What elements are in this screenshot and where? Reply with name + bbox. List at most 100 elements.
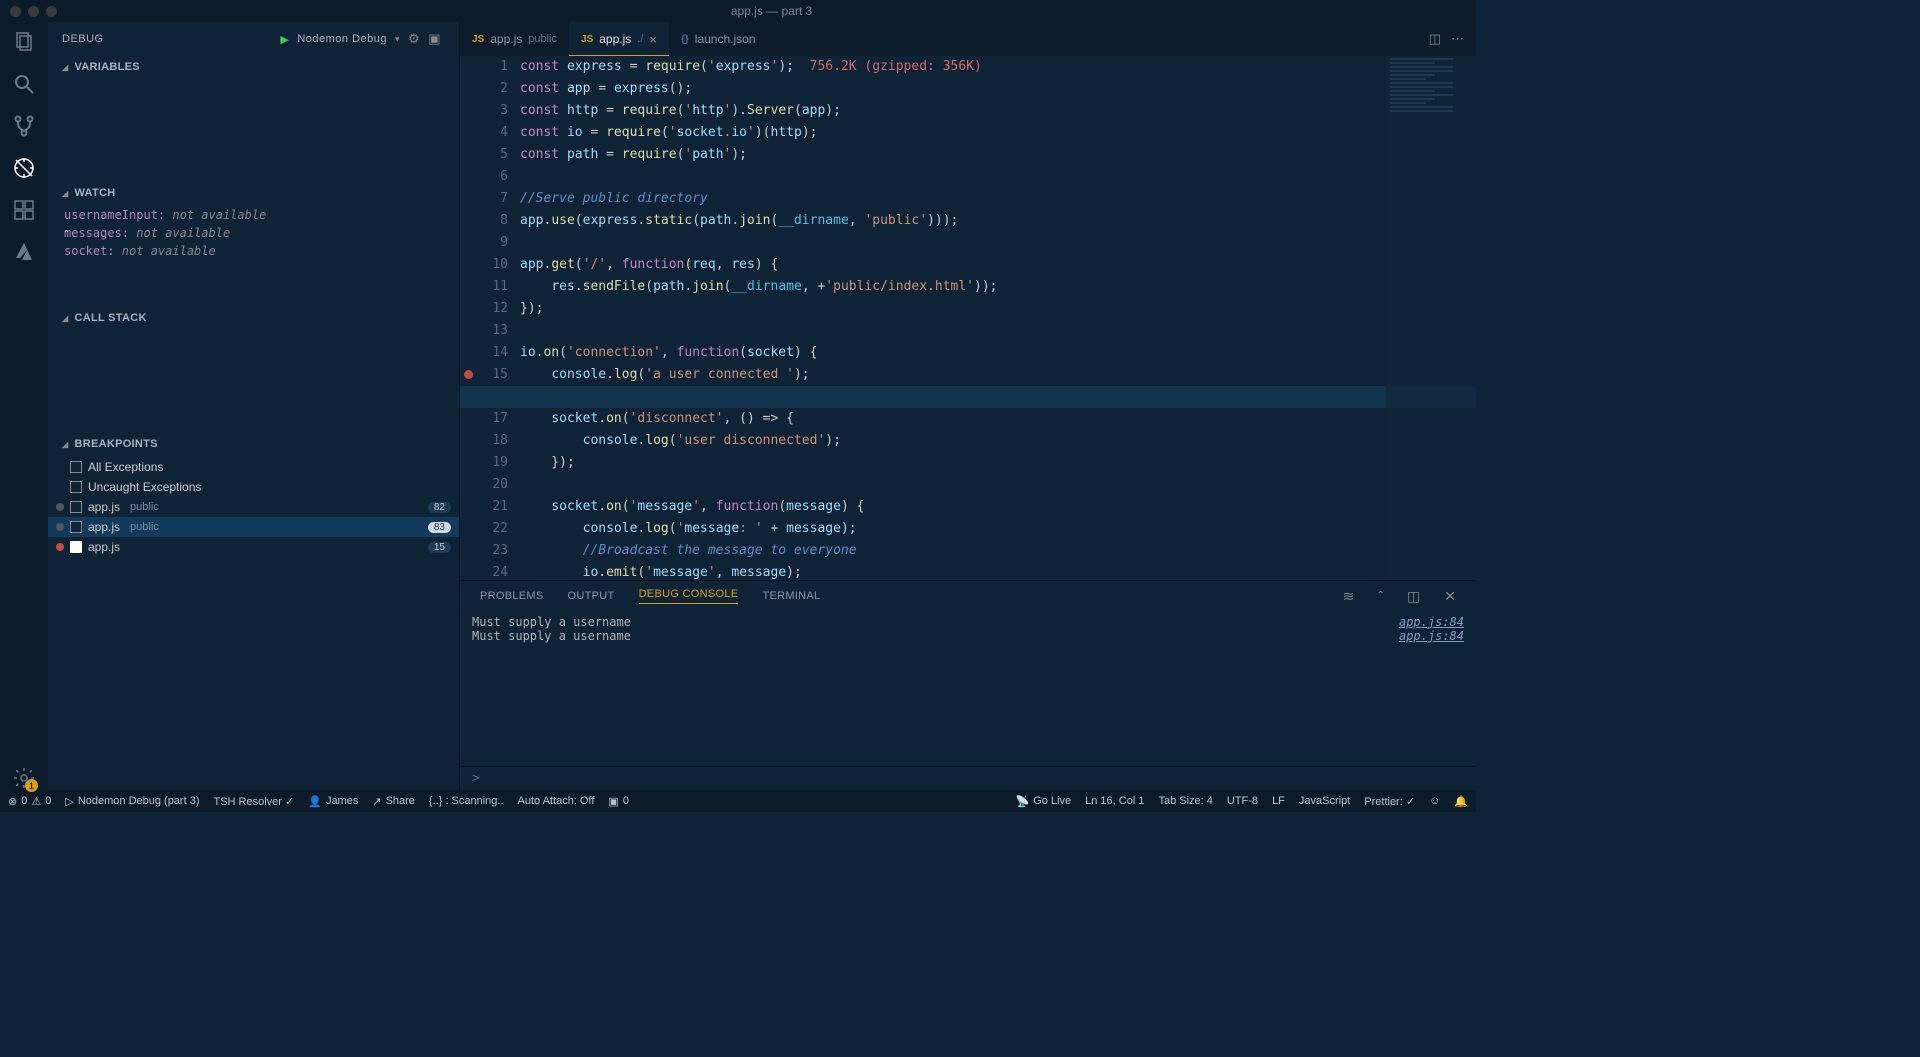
console-source-link[interactable]: app.js:84 <box>1399 629 1464 643</box>
minimize-window-icon[interactable] <box>28 6 39 17</box>
breakpoint-row[interactable]: app.js 15 <box>48 537 459 557</box>
js-file-icon: JS <box>472 34 484 45</box>
debug-icon[interactable] <box>12 156 36 180</box>
tab-label: app.js <box>490 32 522 46</box>
watch-item[interactable]: messages: not available <box>48 224 459 242</box>
breakpoint-dot-icon <box>56 503 64 511</box>
explorer-icon[interactable] <box>12 30 36 54</box>
watch-section: WATCH usernameInput: not availablemessag… <box>48 182 459 307</box>
status-prettier[interactable]: Prettier: ✓ <box>1364 795 1415 808</box>
console-message: Must supply a username <box>472 629 1399 643</box>
tab-problems[interactable]: PROBLEMS <box>480 590 544 602</box>
breakpoint-checkbox[interactable] <box>70 541 82 553</box>
activity-bar: 1 <box>0 22 48 790</box>
status-golive[interactable]: 📡Go Live <box>1016 795 1072 808</box>
status-port[interactable]: ▣0 <box>608 795 629 808</box>
start-debug-icon[interactable]: ▶ <box>280 33 289 46</box>
collapse-icon[interactable]: ˆ <box>1378 588 1383 604</box>
code-area[interactable]: const express = require('express'); 756.… <box>520 56 1476 580</box>
status-auto-attach[interactable]: Auto Attach: Off <box>518 795 595 807</box>
extensions-icon[interactable] <box>12 198 36 222</box>
debug-config[interactable]: ▶ Nodemon Debug ▾ ⚙ ▣ <box>276 31 445 47</box>
clear-console-icon[interactable]: ≋ <box>1343 588 1355 605</box>
status-errors[interactable]: ⊗0 ⚠0 <box>8 795 51 808</box>
callstack-header[interactable]: CALL STACK <box>48 307 459 329</box>
settings-icon[interactable]: 1 <box>12 766 36 790</box>
all-exceptions-label: All Exceptions <box>88 460 163 474</box>
close-tab-icon[interactable]: × <box>649 32 657 47</box>
callstack-section: CALL STACK <box>48 307 459 433</box>
all-exceptions-row[interactable]: All Exceptions <box>48 457 459 477</box>
console-source-link[interactable]: app.js:84 <box>1399 615 1464 629</box>
settings-badge: 1 <box>25 779 38 792</box>
user-icon: 👤 <box>308 795 322 808</box>
tab-debug-console[interactable]: DEBUG CONSOLE <box>639 588 739 604</box>
breakpoint-checkbox[interactable] <box>70 521 82 533</box>
status-tabsize[interactable]: Tab Size: 4 <box>1158 795 1212 807</box>
debug-console-output[interactable]: Must supply a usernameMust supply a user… <box>460 611 1476 766</box>
status-user[interactable]: 👤James <box>308 795 358 808</box>
breakpoint-row[interactable]: app.js public 82 <box>48 497 459 517</box>
azure-icon[interactable] <box>12 240 36 264</box>
source-control-icon[interactable] <box>12 114 36 138</box>
search-icon[interactable] <box>12 72 36 96</box>
variables-header[interactable]: VARIABLES <box>48 56 459 78</box>
tab-output[interactable]: OUTPUT <box>568 590 615 602</box>
breakpoint-file: app.js <box>88 500 120 514</box>
status-encoding[interactable]: UTF-8 <box>1227 795 1258 807</box>
all-exceptions-checkbox[interactable] <box>70 461 82 473</box>
editor-tab[interactable]: JS app.js ./ × <box>569 22 669 56</box>
uncaught-exceptions-checkbox[interactable] <box>70 481 82 493</box>
tab-sublabel: public <box>528 33 557 45</box>
debug-config-name[interactable]: Nodemon Debug <box>297 33 387 45</box>
status-bar: ⊗0 ⚠0 ▷Nodemon Debug (part 3) TSH Resolv… <box>0 790 1476 812</box>
breakpoint-checkbox[interactable] <box>70 501 82 513</box>
maximize-panel-icon[interactable]: ◫ <box>1407 588 1420 605</box>
breakpoints-header[interactable]: BREAKPOINTS <box>48 433 459 455</box>
debug-console-icon[interactable]: ▣ <box>428 31 441 47</box>
close-window-icon[interactable] <box>10 6 21 17</box>
editor-tab[interactable]: {} launch.json <box>669 22 768 56</box>
status-feedback-icon[interactable]: ☺ <box>1429 795 1440 807</box>
breakpoint-line: 15 <box>428 542 451 553</box>
status-bell-icon[interactable]: 🔔 <box>1454 795 1468 808</box>
breakpoints-section: BREAKPOINTS All Exceptions Uncaught Exce… <box>48 433 459 790</box>
gutter-breakpoint-icon[interactable] <box>464 370 473 379</box>
debug-sidebar: DEBUG ▶ Nodemon Debug ▾ ⚙ ▣ VARIABLES WA… <box>48 22 460 790</box>
console-prompt: > <box>472 771 480 786</box>
titlebar: app.js — part 3 <box>0 0 1476 22</box>
gutter[interactable]: 123456789101112131415161718192021222324 <box>460 56 520 580</box>
debug-console-input[interactable]: > <box>460 766 1476 790</box>
status-share[interactable]: ↗Share <box>372 795 415 808</box>
more-actions-icon[interactable]: ⋯ <box>1451 31 1464 47</box>
watch-item[interactable]: socket: not available <box>48 242 459 260</box>
status-lang[interactable]: JavaScript <box>1299 795 1350 807</box>
editor[interactable]: 123456789101112131415161718192021222324 … <box>460 56 1476 580</box>
js-file-icon: JS <box>581 34 593 45</box>
watch-header[interactable]: WATCH <box>48 182 459 204</box>
breakpoint-file: app.js <box>88 540 120 554</box>
editor-area: JS app.js public JS app.js ./ × {} launc… <box>460 22 1476 790</box>
status-tsh[interactable]: TSH Resolver ✓ <box>214 795 295 808</box>
breakpoint-path: public <box>130 501 159 513</box>
uncaught-exceptions-row[interactable]: Uncaught Exceptions <box>48 477 459 497</box>
close-panel-icon[interactable]: ✕ <box>1444 588 1456 605</box>
debug-config-dropdown-icon[interactable]: ▾ <box>395 34 400 45</box>
status-position[interactable]: Ln 16, Col 1 <box>1085 795 1144 807</box>
tab-terminal[interactable]: TERMINAL <box>762 590 820 602</box>
window-controls[interactable] <box>10 6 57 17</box>
editor-tab[interactable]: JS app.js public <box>460 22 569 56</box>
status-scanning[interactable]: {..} : Scanning.. <box>429 795 504 807</box>
error-icon: ⊗ <box>8 795 17 808</box>
tab-label: app.js <box>599 32 631 46</box>
status-debug[interactable]: ▷Nodemon Debug (part 3) <box>65 795 199 808</box>
status-eol[interactable]: LF <box>1272 795 1285 807</box>
breakpoint-path: public <box>130 521 159 533</box>
split-editor-icon[interactable]: ◫ <box>1429 31 1441 47</box>
sidebar-header: DEBUG ▶ Nodemon Debug ▾ ⚙ ▣ <box>48 22 459 56</box>
breakpoint-row[interactable]: app.js public 83 <box>48 517 459 537</box>
zoom-window-icon[interactable] <box>46 6 57 17</box>
tab-bar: JS app.js public JS app.js ./ × {} launc… <box>460 22 1476 56</box>
gear-icon[interactable]: ⚙ <box>408 31 420 47</box>
watch-item[interactable]: usernameInput: not available <box>48 206 459 224</box>
